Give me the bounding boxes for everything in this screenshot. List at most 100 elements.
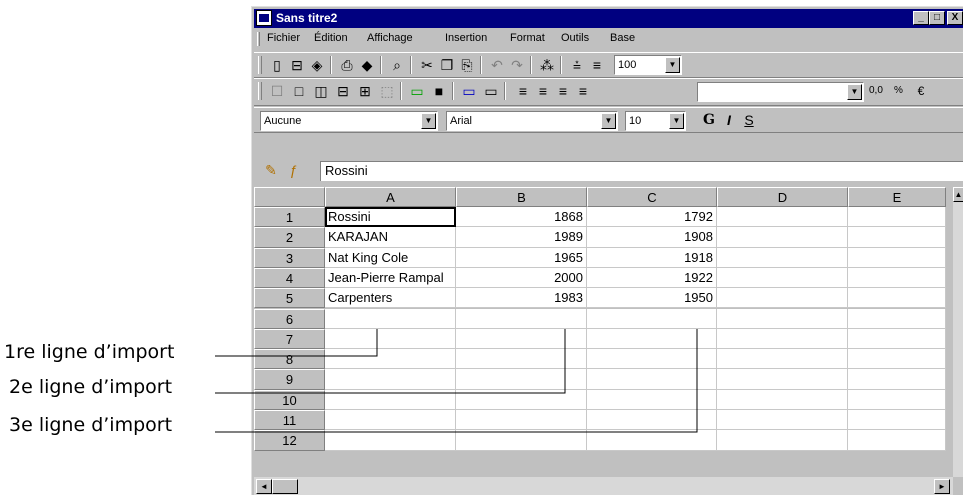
find-icon[interactable]: ⌕ — [388, 57, 406, 73]
cell-c12[interactable] — [587, 430, 717, 451]
cell-c11[interactable] — [587, 410, 717, 431]
column-header-a[interactable]: A — [325, 187, 456, 207]
number-format-select[interactable]: ▼ — [697, 82, 864, 102]
cell-d5[interactable] — [717, 288, 848, 309]
cell-a12[interactable] — [325, 430, 456, 451]
minimize-button[interactable]: _ — [913, 11, 929, 25]
cell-d1[interactable] — [717, 207, 848, 228]
scroll-left-icon[interactable]: ◄ — [256, 479, 272, 494]
cell-a8[interactable] — [325, 349, 456, 370]
cell-e3[interactable] — [848, 247, 946, 268]
cell-b9[interactable] — [456, 369, 587, 390]
cell-d10[interactable] — [717, 389, 848, 410]
cell-a10[interactable] — [325, 389, 456, 410]
cell-e4[interactable] — [848, 267, 946, 289]
cell-d11[interactable] — [717, 410, 848, 431]
frame-color-icon[interactable]: ▭ — [460, 83, 478, 99]
border-outline-icon[interactable]: □ — [290, 83, 308, 99]
function-wizard-icon[interactable]: ✎ — [262, 162, 280, 178]
menu-insertion[interactable]: Insertion — [445, 32, 487, 44]
row-header-5[interactable]: 5 — [254, 288, 325, 309]
cell-b12[interactable] — [456, 430, 587, 451]
align-center-icon[interactable]: ≡ — [534, 83, 552, 99]
cell-b3[interactable]: 1965 — [456, 247, 587, 268]
cell-d3[interactable] — [717, 247, 848, 268]
select-all-corner[interactable] — [254, 187, 325, 207]
filter-icon[interactable]: ≡ — [588, 57, 606, 73]
border-none-icon[interactable]: ☐ — [268, 83, 286, 99]
cell-b6[interactable] — [456, 308, 587, 329]
column-header-c[interactable]: C — [587, 187, 717, 207]
row-header-12[interactable]: 12 — [254, 430, 325, 451]
menu-fichier[interactable]: Fichier — [267, 32, 300, 44]
cell-d7[interactable] — [717, 328, 848, 350]
cell-e10[interactable] — [848, 389, 946, 410]
row-header-3[interactable]: 3 — [254, 247, 325, 268]
cell-c6[interactable] — [587, 308, 717, 329]
print-icon[interactable]: ◆ — [358, 57, 376, 73]
cell-b10[interactable] — [456, 389, 587, 410]
cell-b7[interactable] — [456, 328, 587, 350]
row-header-4[interactable]: 4 — [254, 267, 325, 289]
cell-e9[interactable] — [848, 369, 946, 390]
cell-d8[interactable] — [717, 349, 848, 370]
cell-b5[interactable]: 1983 — [456, 288, 587, 309]
line-style-icon[interactable]: ▭ — [482, 83, 500, 99]
cell-e1[interactable] — [848, 207, 946, 228]
row-header-11[interactable]: 11 — [254, 410, 325, 431]
cell-d4[interactable] — [717, 267, 848, 289]
cell-d6[interactable] — [717, 308, 848, 329]
menu-affichage[interactable]: Affichage — [367, 32, 413, 44]
cell-b1[interactable]: 1868 — [456, 207, 587, 228]
menu-format[interactable]: Format — [510, 32, 545, 44]
italic-button[interactable]: I — [720, 112, 738, 128]
column-header-b[interactable]: B — [456, 187, 587, 207]
menu-base[interactable]: Base — [610, 32, 635, 44]
chevron-down-icon[interactable]: ▼ — [601, 113, 616, 129]
close-button[interactable]: X — [947, 11, 963, 25]
sort-ascending-icon[interactable]: ⩮ — [568, 57, 586, 73]
scroll-up-icon[interactable]: ▲ — [953, 187, 963, 202]
currency-format-icon[interactable]: € — [912, 83, 930, 99]
cell-a6[interactable] — [325, 308, 456, 329]
cell-d12[interactable] — [717, 430, 848, 451]
border-vertical-icon[interactable]: ◫ — [312, 83, 330, 99]
percent-format-button[interactable]: % — [894, 85, 903, 96]
undo-icon[interactable]: ↶ — [488, 57, 506, 73]
cell-c8[interactable] — [587, 349, 717, 370]
paste-icon[interactable]: ⎘ — [458, 57, 476, 73]
open-folder-icon[interactable]: ⊟ — [288, 57, 306, 73]
new-document-icon[interactable]: ▯ — [268, 57, 286, 73]
print-preview-icon[interactable]: ⎙ — [338, 57, 356, 73]
menu-outils[interactable]: Outils — [561, 32, 589, 44]
decimal-format-button[interactable]: 0,0 — [869, 85, 883, 96]
cell-e2[interactable] — [848, 227, 946, 248]
save-icon[interactable]: ◈ — [308, 57, 326, 73]
cell-a5[interactable]: Carpenters — [325, 288, 456, 309]
row-header-10[interactable]: 10 — [254, 389, 325, 410]
style-select[interactable]: Aucune ▼ — [260, 111, 438, 131]
font-size-select[interactable]: 10 ▼ — [625, 111, 686, 131]
cell-b8[interactable] — [456, 349, 587, 370]
cell-a3[interactable]: Nat King Cole — [325, 247, 456, 268]
bold-button[interactable]: G — [700, 112, 718, 128]
cell-c5[interactable]: 1950 — [587, 288, 717, 309]
fill-color-icon[interactable]: ▭ — [408, 83, 426, 99]
cell-c9[interactable] — [587, 369, 717, 390]
scroll-thumb[interactable] — [272, 479, 298, 494]
zoom-select[interactable]: 100 ▼ — [614, 55, 682, 75]
chevron-down-icon[interactable]: ▼ — [665, 57, 680, 73]
cell-a9[interactable] — [325, 369, 456, 390]
horizontal-scrollbar[interactable]: ◄ ► — [254, 477, 953, 495]
cell-b11[interactable] — [456, 410, 587, 431]
cell-a4[interactable]: Jean-Pierre Rampal — [325, 267, 456, 289]
row-header-7[interactable]: 7 — [254, 328, 325, 350]
cell-e12[interactable] — [848, 430, 946, 451]
cell-e6[interactable] — [848, 308, 946, 329]
row-header-9[interactable]: 9 — [254, 369, 325, 390]
redo-icon[interactable]: ↷ — [508, 57, 526, 73]
chevron-down-icon[interactable]: ▼ — [669, 113, 684, 129]
maximize-button[interactable]: □ — [929, 11, 945, 25]
row-header-2[interactable]: 2 — [254, 227, 325, 248]
justify-icon[interactable]: ≡ — [574, 83, 592, 99]
